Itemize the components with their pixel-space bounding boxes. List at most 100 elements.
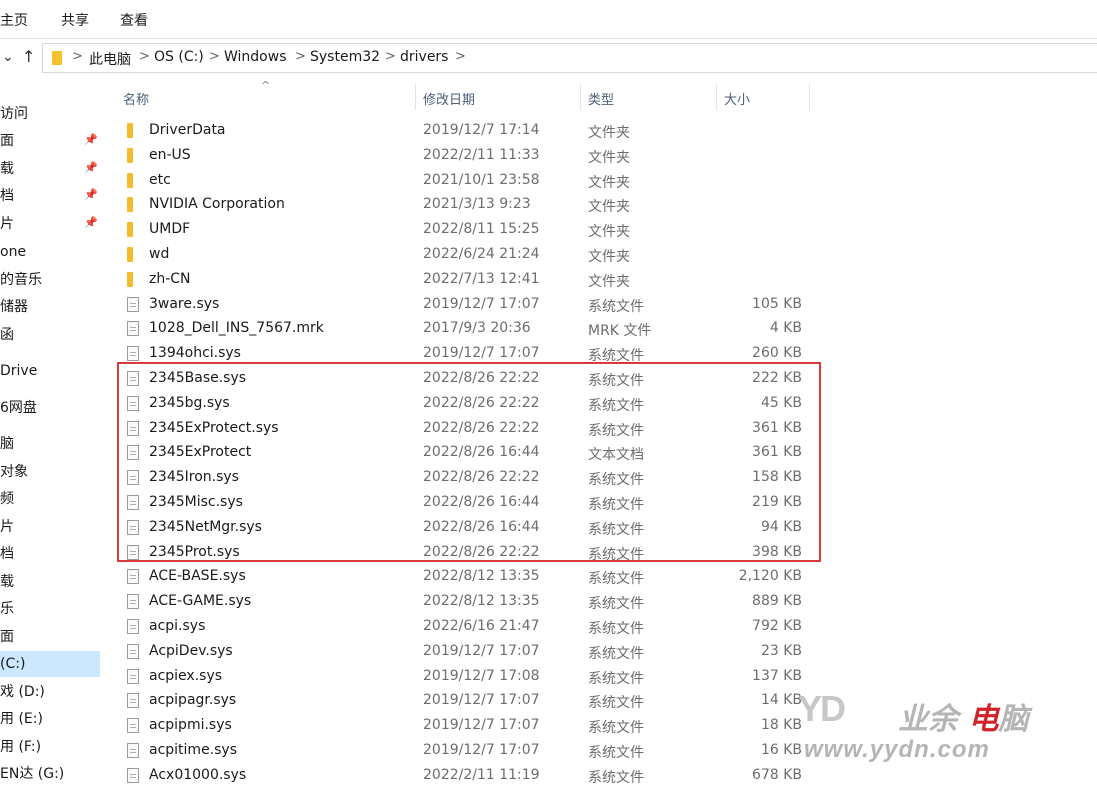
file-date-modified: 2019/12/7 17:07 xyxy=(423,692,540,709)
sidebar-item[interactable]: 片 📌 xyxy=(0,211,100,237)
sidebar-item[interactable]: 的音乐 xyxy=(0,267,100,293)
breadcrumb-this-pc[interactable]: 此电脑 xyxy=(89,49,131,69)
recent-locations-icon[interactable]: ⌄ xyxy=(2,49,14,65)
sidebar-item[interactable]: 片 xyxy=(0,514,100,540)
file-name: acpiex.sys xyxy=(149,667,223,684)
file-size: 2,120 KB xyxy=(738,568,802,585)
file-date-modified: 2022/8/26 16:44 xyxy=(423,494,540,510)
breadcrumb-os-c[interactable]: OS (C:) xyxy=(154,49,204,65)
file-type: 系统文件 xyxy=(588,348,644,365)
system-file-icon xyxy=(127,296,139,312)
column-divider[interactable] xyxy=(809,84,810,110)
file-row[interactable]: 2345ExProtect.sys 2022/8/26 22:22 系统文件 361 … xyxy=(110,416,1097,441)
sidebar-item[interactable]: 面 📌 xyxy=(0,128,100,154)
file-row[interactable]: 2345Iron.sys 2022/8/26 22:22 系统文件 158 KB xyxy=(110,465,1097,490)
file-date-modified: 2022/8/26 22:22 xyxy=(423,543,540,560)
file-row[interactable]: en-US 2022/2/11 11:33 文件夹 xyxy=(110,143,1097,168)
sidebar-item[interactable]: 6网盘 xyxy=(0,395,100,421)
sidebar-item[interactable]: 用 (F:) xyxy=(0,734,100,760)
file-row[interactable]: Acx01000.sys 2022/2/11 11:19 系统文件 678 KB xyxy=(110,763,1097,788)
sidebar-item[interactable]: 面 xyxy=(0,624,100,650)
column-divider[interactable] xyxy=(716,84,717,110)
file-row[interactable]: wd 2022/6/24 21:24 文件夹 xyxy=(110,242,1097,267)
sidebar-item[interactable]: 对象 xyxy=(0,459,100,485)
breadcrumb-separator[interactable]: > xyxy=(385,49,396,64)
file-row[interactable]: 2345Prot.sys 2022/8/26 22:22 系统文件 398 KB xyxy=(110,540,1097,565)
pin-icon[interactable]: 📌 xyxy=(84,162,98,174)
sidebar-item-label: 载 xyxy=(0,574,14,590)
column-header-name[interactable]: 名称 xyxy=(123,89,149,108)
sidebar-item[interactable]: 载 xyxy=(0,569,100,595)
breadcrumb-separator[interactable]: > xyxy=(72,49,83,64)
sidebar-item[interactable]: 载 📌 xyxy=(0,156,100,182)
sidebar-item[interactable]: EN达 (G:) xyxy=(0,761,100,787)
file-row[interactable]: acpi.sys 2022/6/16 21:47 系统文件 792 KB xyxy=(110,614,1097,639)
pin-icon[interactable]: 📌 xyxy=(84,189,98,201)
pin-icon[interactable]: 📌 xyxy=(84,217,98,229)
file-row[interactable]: ACE-BASE.sys 2022/8/12 13:35 系统文件 2,120 KB xyxy=(110,564,1097,589)
file-row[interactable]: 2345NetMgr.sys 2022/8/26 16:44 系统文件 94 KB xyxy=(110,515,1097,540)
breadcrumb-system32[interactable]: System32 xyxy=(310,49,380,65)
file-row[interactable]: zh-CN 2022/7/13 12:41 文件夹 xyxy=(110,267,1097,292)
file-row[interactable]: acpipagr.sys 2019/12/7 17:07 系统文件 14 KB xyxy=(110,688,1097,713)
breadcrumb-windows[interactable]: Windows xyxy=(224,49,287,65)
breadcrumb-separator[interactable]: > xyxy=(455,49,466,64)
ribbon-tab-share[interactable]: 共享 xyxy=(61,10,89,30)
sidebar-item[interactable]: Drive xyxy=(0,358,100,384)
sidebar-item[interactable]: 访问 xyxy=(0,101,100,127)
sidebar-item[interactable]: 用 (E:) xyxy=(0,706,100,732)
sidebar-item[interactable]: 乐 xyxy=(0,596,100,622)
address-bar[interactable]: > 此电脑 > OS (C:) > Windows > System32 > d… xyxy=(42,43,1097,73)
ribbon-tab-home[interactable]: 主页 xyxy=(0,10,28,30)
file-name: 2345bg.sys xyxy=(149,394,230,411)
sidebar-item-drive-c[interactable]: (C:) xyxy=(0,651,100,677)
file-date-modified: 2019/12/7 17:07 xyxy=(423,742,540,758)
column-header-date[interactable]: 修改日期 xyxy=(423,89,475,108)
column-header-size[interactable]: 大小 xyxy=(724,89,750,108)
pin-icon[interactable]: 📌 xyxy=(84,134,98,146)
sidebar-item[interactable]: 频 xyxy=(0,486,100,512)
sidebar-item-label: 档 xyxy=(0,546,14,562)
column-divider[interactable] xyxy=(580,84,581,110)
up-arrow-icon[interactable]: ↑ xyxy=(22,47,35,66)
column-header-type[interactable]: 类型 xyxy=(588,89,614,108)
breadcrumb-separator[interactable]: > xyxy=(139,49,150,64)
sidebar-item[interactable]: 脑 xyxy=(0,431,100,457)
file-row[interactable]: 2345ExProtect 2022/8/26 16:44 文本文档 361 KB xyxy=(110,440,1097,465)
ribbon-tab-view[interactable]: 查看 xyxy=(120,10,148,30)
file-row[interactable]: 1394ohci.sys 2019/12/7 17:07 系统文件 260 KB xyxy=(110,341,1097,366)
sidebar-item[interactable]: 档 xyxy=(0,541,100,567)
file-date-modified: 2022/6/24 21:24 xyxy=(423,246,540,262)
file-row[interactable]: 2345bg.sys 2022/8/26 22:22 系统文件 45 KB xyxy=(110,391,1097,416)
breadcrumb-drivers[interactable]: drivers xyxy=(400,49,448,65)
file-row[interactable]: UMDF 2022/8/11 15:25 文件夹 xyxy=(110,217,1097,242)
file-row[interactable]: 1028_Dell_INS_7567.mrk 2017/9/3 20:36 MRK … xyxy=(110,316,1097,341)
breadcrumb-separator[interactable]: > xyxy=(295,49,306,64)
file-date-modified: 2019/12/7 17:08 xyxy=(423,667,540,684)
file-date-modified: 2021/3/13 9:23 xyxy=(423,196,531,213)
file-row[interactable]: acpitime.sys 2019/12/7 17:07 系统文件 16 KB xyxy=(110,738,1097,763)
file-type: 系统文件 xyxy=(588,621,644,637)
file-row[interactable]: 2345Misc.sys 2022/8/26 16:44 系统文件 219 KB xyxy=(110,490,1097,515)
file-type: 文件夹 xyxy=(588,174,630,191)
file-row[interactable]: 2345Base.sys 2022/8/26 22:22 系统文件 222 KB xyxy=(110,366,1097,391)
sidebar-item[interactable]: 储器 xyxy=(0,294,100,320)
file-row[interactable]: NVIDIA Corporation 2021/3/13 9:23 文件夹 xyxy=(110,192,1097,217)
file-row[interactable]: etc 2021/10/1 23:58 文件夹 xyxy=(110,168,1097,193)
breadcrumb-separator[interactable]: > xyxy=(209,49,220,64)
file-size: 398 KB xyxy=(752,543,802,560)
file-type: 文件夹 xyxy=(588,125,630,141)
file-row[interactable]: acpipmi.sys 2019/12/7 17:07 系统文件 18 KB xyxy=(110,713,1097,738)
sidebar-item[interactable]: 档 📌 xyxy=(0,183,100,209)
sidebar-item[interactable]: 函 xyxy=(0,322,100,348)
file-row[interactable]: 3ware.sys 2019/12/7 17:07 系统文件 105 KB xyxy=(110,292,1097,317)
file-type: 系统文件 xyxy=(588,521,644,538)
sidebar-item[interactable]: one xyxy=(0,239,100,265)
file-row[interactable]: ACE-GAME.sys 2022/8/12 13:35 系统文件 889 KB xyxy=(110,589,1097,614)
column-divider[interactable] xyxy=(415,84,416,110)
file-row[interactable]: acpiex.sys 2019/12/7 17:08 系统文件 137 KB xyxy=(110,664,1097,689)
file-row[interactable]: DriverData 2019/12/7 17:14 文件夹 xyxy=(110,118,1097,143)
file-row[interactable]: AcpiDev.sys 2019/12/7 17:07 系统文件 23 KB xyxy=(110,639,1097,664)
file-type: 文件夹 xyxy=(588,273,630,290)
sidebar-item[interactable]: 戏 (D:) xyxy=(0,679,100,705)
